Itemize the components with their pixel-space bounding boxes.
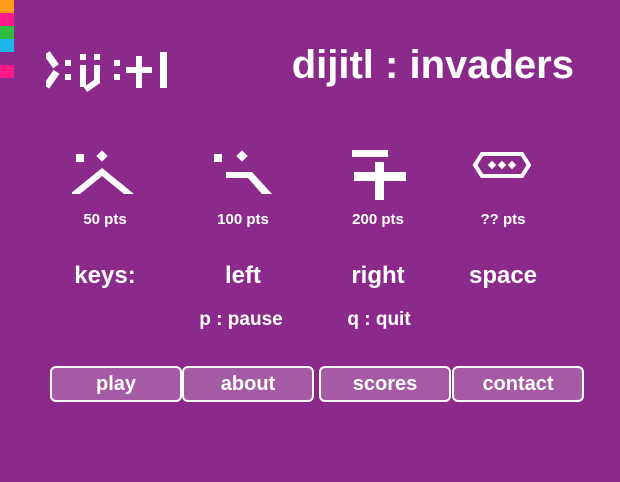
key-space: space	[468, 262, 538, 289]
key-pause: p : pause	[199, 309, 283, 330]
swatch-magenta	[0, 65, 14, 78]
key-right: right	[351, 262, 405, 289]
invader-points-50: 50 pts	[83, 211, 127, 228]
swatch-pink	[0, 13, 14, 26]
invader-plus-icon	[352, 150, 406, 200]
invader-points-unknown: ?? pts	[480, 211, 526, 228]
invader-hook-icon	[214, 150, 272, 194]
dijitl-logo	[46, 51, 167, 93]
scores-button[interactable]: scores	[319, 366, 451, 402]
swatch-gap	[0, 52, 14, 65]
invader-ufo-icon	[472, 152, 532, 178]
about-button[interactable]: about	[182, 366, 314, 402]
swatch-blue	[0, 39, 14, 52]
invader-caret-icon	[72, 150, 134, 194]
swatch-green	[0, 26, 14, 39]
key-quit: q : quit	[347, 309, 411, 330]
page-title: dijitl : invaders	[291, 43, 574, 87]
invader-points-200: 200 pts	[352, 211, 404, 228]
swatch-orange	[0, 0, 14, 13]
keys-label: keys:	[74, 262, 136, 289]
color-swatch-strip	[0, 0, 14, 78]
contact-button[interactable]: contact	[452, 366, 584, 402]
key-left: left	[225, 262, 261, 289]
invader-points-100: 100 pts	[217, 211, 269, 228]
play-button[interactable]: play	[50, 366, 182, 402]
